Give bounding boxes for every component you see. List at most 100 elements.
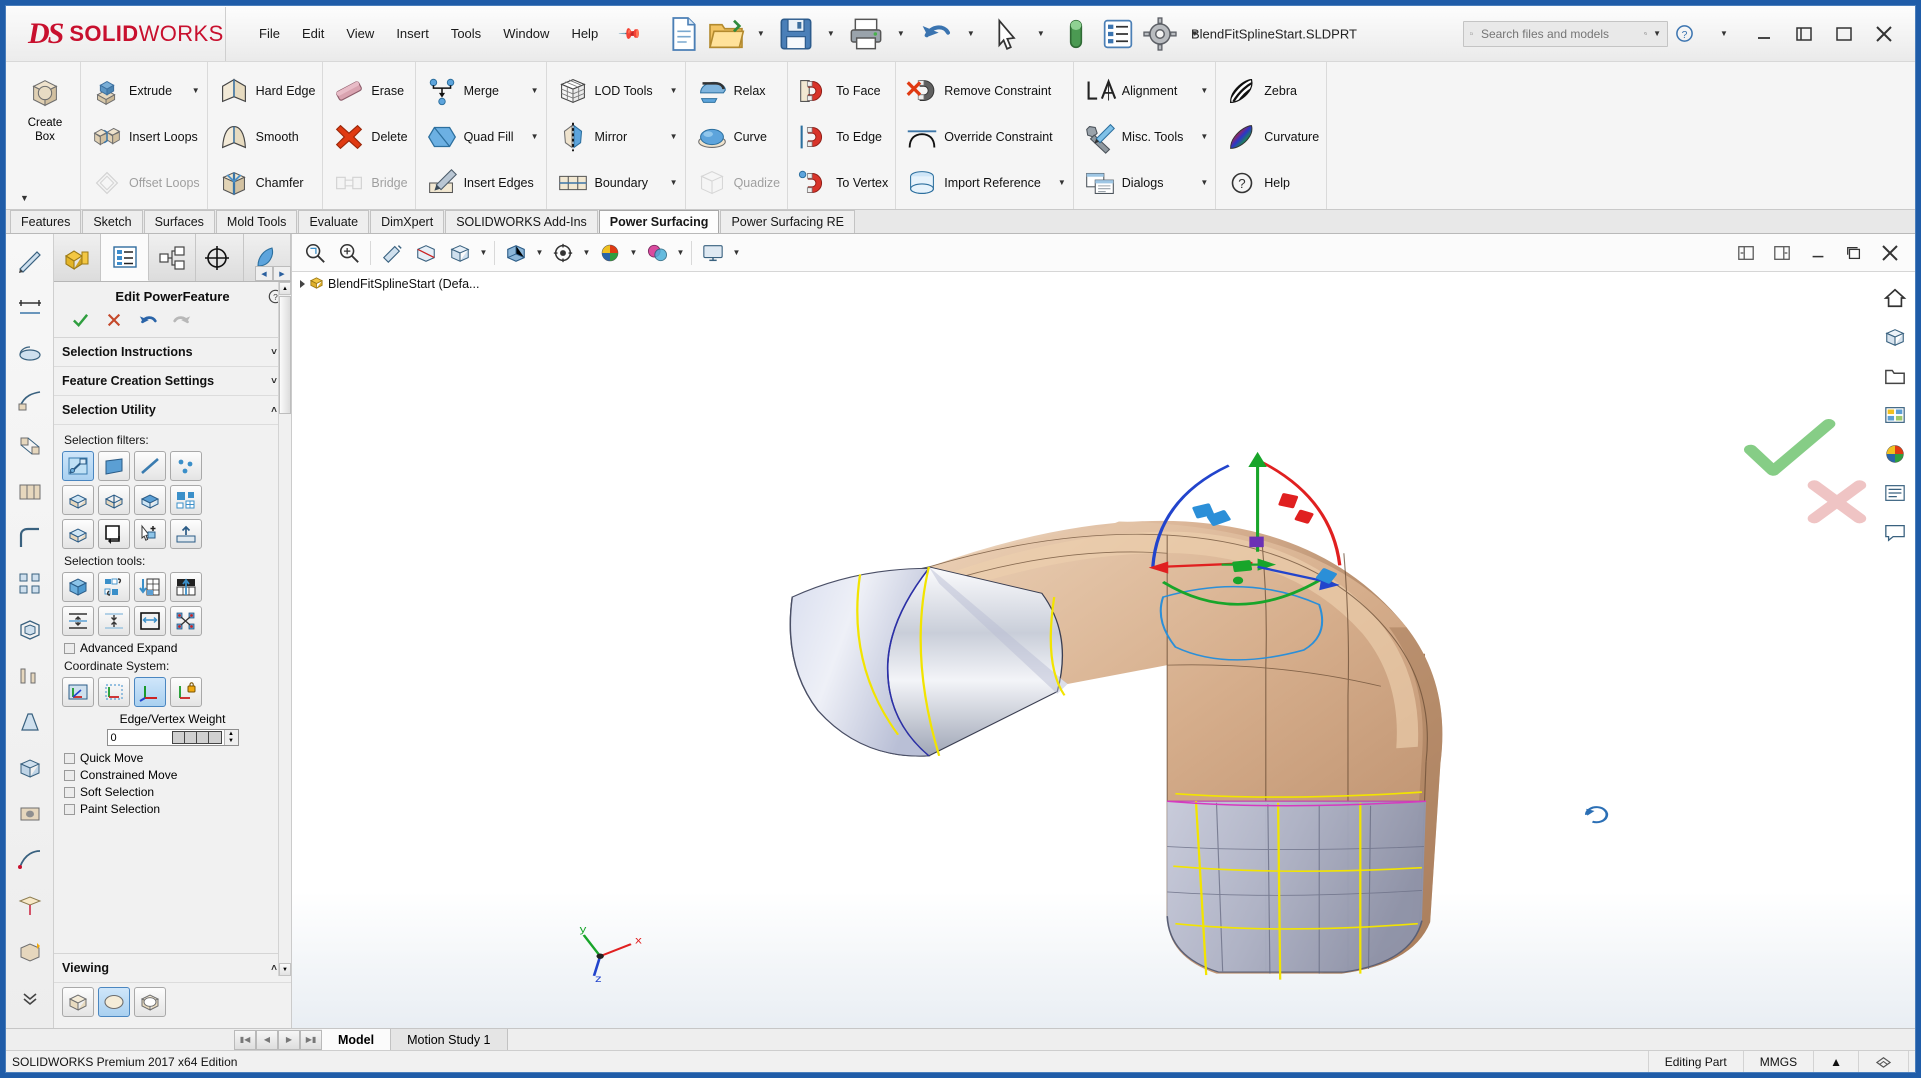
stepper-down-icon[interactable]: ▼ <box>225 738 238 746</box>
menu-item-tools[interactable]: Tools <box>440 21 492 46</box>
display-style-icon[interactable] <box>499 237 533 269</box>
apply-scene-dropdown-icon[interactable]: ▼ <box>674 237 687 269</box>
relax-button[interactable]: Relax <box>689 68 785 113</box>
filter-loop-horizontal-button[interactable] <box>62 485 94 515</box>
menu-item-window[interactable]: Window <box>492 21 560 46</box>
ok-check-icon[interactable] <box>70 310 90 330</box>
annotations-icon[interactable] <box>1877 514 1913 550</box>
menu-item-help[interactable]: Help <box>560 21 609 46</box>
tab-sketch[interactable]: Sketch <box>82 210 143 233</box>
search-input[interactable] <box>1478 25 1638 42</box>
tab-power-surfacing[interactable]: Power Surfacing <box>598 210 720 233</box>
menu-item-edit[interactable]: Edit <box>291 21 335 46</box>
rail-reference-geometry-icon[interactable] <box>10 886 50 926</box>
help-dropdown-icon[interactable]: ▼ <box>1707 18 1741 50</box>
edge-vertex-weight-slider[interactable] <box>171 730 224 745</box>
misc-tools-dropdown-icon[interactable]: ▼ <box>1186 132 1208 141</box>
create-box-button[interactable]: Create Box <box>13 66 77 205</box>
open-dropdown[interactable]: ▼ <box>748 14 774 54</box>
ribbon-collapse-icon[interactable]: ▼ <box>20 193 29 203</box>
select-dropdown[interactable]: ▼ <box>1028 14 1054 54</box>
previous-view-icon[interactable] <box>375 237 409 269</box>
tab-next-icon[interactable]: ▶ <box>278 1029 300 1050</box>
apply-scene-icon[interactable] <box>640 237 674 269</box>
undo-button[interactable] <box>916 14 956 54</box>
delete-button[interactable]: Delete <box>326 114 411 159</box>
rail-chevron-down-icon[interactable] <box>10 978 50 1018</box>
alignment-dropdown-icon[interactable]: ▼ <box>1186 86 1208 95</box>
options-button[interactable] <box>1140 14 1180 54</box>
smooth-button[interactable]: Smooth <box>211 114 320 159</box>
zoom-to-fit-icon[interactable] <box>298 237 332 269</box>
rail-fillet-icon[interactable] <box>10 518 50 558</box>
cs-local-button[interactable] <box>98 677 130 707</box>
advanced-expand-row[interactable]: Advanced Expand <box>64 641 283 655</box>
tool-invert-selection-button[interactable] <box>98 572 130 602</box>
open-document-button[interactable] <box>706 14 746 54</box>
tool-scatter-selection-button[interactable] <box>170 606 202 636</box>
minimize-icon[interactable] <box>1747 18 1781 50</box>
menu-item-insert[interactable]: Insert <box>385 21 440 46</box>
tab-evaluate[interactable]: Evaluate <box>298 210 370 233</box>
to-face-button[interactable]: To Face <box>791 68 892 113</box>
section-selection-utility[interactable]: Selection Utility ˄ <box>54 396 291 425</box>
constrained-move-checkbox[interactable] <box>64 769 75 781</box>
scroll-up-icon[interactable]: ▲ <box>279 282 291 295</box>
tool-select-box-button[interactable] <box>62 572 94 602</box>
help-icon[interactable]: ? <box>1667 18 1701 50</box>
filter-face-button[interactable] <box>98 451 130 481</box>
undo-icon[interactable] <box>138 310 158 330</box>
tab-features[interactable]: Features <box>10 210 82 233</box>
display-pane-icon[interactable] <box>1877 397 1913 433</box>
paint-selection-row[interactable]: Paint Selection <box>64 802 283 816</box>
filter-edge-button[interactable] <box>134 451 166 481</box>
cs-world-button[interactable] <box>134 677 166 707</box>
rail-curves-icon[interactable] <box>10 840 50 880</box>
search-files-box[interactable]: ▼ <box>1463 20 1668 47</box>
tab-scroll-left-icon[interactable]: ◀ <box>255 266 273 281</box>
curvature-button[interactable]: Curvature <box>1219 114 1323 159</box>
restore-down-icon[interactable] <box>1787 18 1821 50</box>
filter-region-button[interactable] <box>62 519 94 549</box>
tool-expand-vertical-button[interactable] <box>62 606 94 636</box>
lod-tools-dropdown-icon[interactable]: ▼ <box>656 86 678 95</box>
section-view-icon[interactable] <box>409 237 443 269</box>
stepper-up-icon[interactable]: ▲ <box>225 730 238 738</box>
bottom-tab-motion-study[interactable]: Motion Study 1 <box>391 1029 508 1050</box>
hide-show-dropdown-icon[interactable]: ▼ <box>580 237 593 269</box>
rail-hole-icon[interactable] <box>10 794 50 834</box>
paint-selection-checkbox[interactable] <box>64 803 75 815</box>
search-dropdown-icon[interactable]: ▼ <box>1653 29 1661 38</box>
print-dropdown[interactable]: ▼ <box>888 14 914 54</box>
view-settings-icon[interactable] <box>696 237 730 269</box>
cancel-x-icon[interactable] <box>104 310 124 330</box>
section-selection-instructions[interactable]: Selection Instructions ˅ <box>54 338 291 367</box>
filter-loop-full-button[interactable] <box>134 485 166 515</box>
tab-surfaces[interactable]: Surfaces <box>143 210 215 233</box>
appearance-sphere-icon[interactable] <box>1877 436 1913 472</box>
scene-list-icon[interactable] <box>1877 475 1913 511</box>
quadize-button[interactable]: Quadize <box>689 160 785 205</box>
insert-loops-button[interactable]: Insert Loops <box>84 114 204 159</box>
status-overlay-icon[interactable] <box>1858 1051 1909 1072</box>
filter-vertex-button[interactable] <box>170 451 202 481</box>
merge-button[interactable]: Merge ▼ <box>419 68 543 113</box>
soft-selection-checkbox[interactable] <box>64 786 75 798</box>
alignment-button[interactable]: Alignment ▼ <box>1077 68 1213 113</box>
scroll-down-icon[interactable]: ▼ <box>279 963 291 976</box>
dialogs-dropdown-icon[interactable]: ▼ <box>1186 178 1208 187</box>
tool-expand-horizontal-button[interactable] <box>134 606 166 636</box>
edge-vertex-weight-value[interactable]: 0 <box>108 730 172 745</box>
hard-edge-button[interactable]: Hard Edge <box>211 68 320 113</box>
restore-right-icon[interactable] <box>1765 237 1799 269</box>
soft-selection-row[interactable]: Soft Selection <box>64 785 283 799</box>
quad-fill-dropdown-icon[interactable]: ▼ <box>517 132 539 141</box>
restore-left-icon[interactable] <box>1729 237 1763 269</box>
view-control-cage-button[interactable] <box>62 987 94 1017</box>
edge-vertex-weight-steppers[interactable]: ▲ ▼ <box>223 730 238 746</box>
constrained-move-row[interactable]: Constrained Move <box>64 768 283 782</box>
filter-quad-pattern-button[interactable] <box>170 485 202 515</box>
property-manager-tab[interactable] <box>101 234 149 281</box>
advanced-expand-checkbox[interactable] <box>64 642 75 654</box>
filter-all-button[interactable] <box>62 451 94 481</box>
